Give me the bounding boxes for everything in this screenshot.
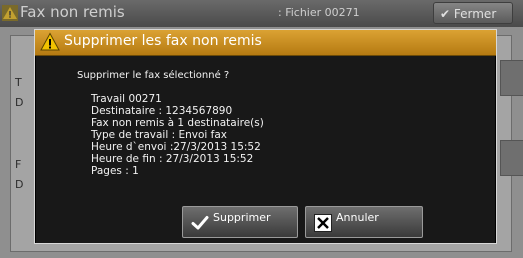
close-icon — [314, 214, 332, 232]
background-title: Fax non remis — [20, 3, 125, 21]
detail-line: Destinataire : 1234567890 — [91, 105, 233, 117]
cancel-button[interactable]: Annuler — [305, 206, 423, 238]
background-text: D — [15, 96, 24, 109]
background-file-label: : Fichier 00271 — [278, 6, 360, 19]
check-icon: ✔ — [440, 7, 451, 21]
detail-line: Heure d`envoi :27/3/2013 15:52 — [91, 141, 261, 153]
delete-button[interactable]: Supprimer — [182, 206, 298, 238]
background-titlebar: Fax non remis : Fichier 00271 ✔ Fermer — [0, 0, 523, 27]
fax-details-list: Travail 00271 Destinataire : 1234567890 … — [91, 93, 264, 177]
dialog-header: Supprimer les fax non remis — [35, 30, 496, 56]
warning-icon — [40, 32, 60, 51]
background-side-button — [500, 60, 523, 96]
close-button-label: Fermer — [453, 7, 497, 21]
detail-line: Pages : 1 — [91, 165, 139, 177]
cancel-button-label: Annuler — [336, 211, 379, 224]
detail-line: Fax non remis à 1 destinataire(s) — [91, 117, 264, 129]
delete-button-label: Supprimer — [213, 211, 271, 224]
check-icon — [191, 216, 209, 230]
confirmation-question: Supprimer le fax sélectionné ? — [77, 70, 230, 81]
detail-line: Travail 00271 — [91, 93, 162, 105]
detail-line: Type de travail : Envoi fax — [91, 129, 228, 141]
background-text: T — [15, 76, 22, 89]
background-text: F — [15, 158, 22, 171]
background-text: D — [15, 178, 24, 191]
detail-line: Heure de fin : 27/3/2013 15:52 — [91, 153, 254, 165]
background-side-button — [500, 140, 523, 176]
warning-icon — [2, 5, 18, 21]
delete-fax-dialog: Supprimer les fax non remis Supprimer le… — [34, 29, 497, 244]
close-button[interactable]: ✔ Fermer — [433, 2, 513, 24]
dialog-title: Supprimer les fax non remis — [64, 33, 262, 49]
